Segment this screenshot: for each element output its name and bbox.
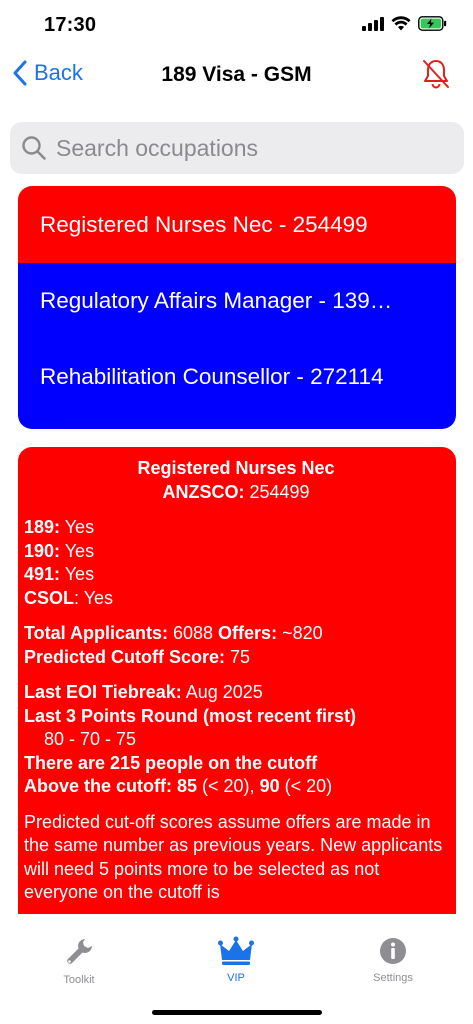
last-rounds-label: Last 3 Points Round (most recent first): [24, 705, 448, 729]
tiebreak-row: Last EOI Tiebreak: Aug 2025: [24, 681, 448, 705]
tab-settings[interactable]: Settings: [338, 936, 448, 984]
detail-anzsco: ANZSCO: 254499: [24, 481, 448, 505]
visa-value: : Yes: [74, 587, 114, 608]
cellular-signal-icon: [362, 16, 384, 36]
above-85-score: 85: [172, 776, 198, 796]
occupation-item-registered-nurses[interactable]: Registered Nurses Nec - 254499: [18, 186, 456, 263]
notifications-off-button[interactable]: [421, 58, 451, 95]
tab-toolkit[interactable]: Toolkit: [24, 936, 134, 986]
visa-190-row: 190: Yes: [24, 540, 448, 564]
tab-label: VIP: [227, 972, 245, 984]
total-applicants-value: 6088: [168, 623, 219, 643]
occupation-list: Registered Nurses Nec - 254499 Regulator…: [18, 186, 456, 429]
home-indicator: [152, 1010, 322, 1015]
status-time: 17:30: [44, 14, 97, 36]
occupation-item-label: Regulatory Affairs Manager - 139…: [40, 288, 393, 313]
people-on-cutoff: There are 215 people on the cutoff: [24, 752, 448, 776]
visa-label: 189:: [24, 517, 61, 537]
last-rounds-value: 80 - 70 - 75: [44, 729, 137, 749]
above-cutoff-label: Above the cutoff:: [24, 776, 172, 796]
status-bar: 17:30: [0, 0, 473, 50]
offers-value: ~820: [277, 623, 323, 643]
tiebreak-value: Aug 2025: [181, 682, 263, 702]
predicted-cutoff-label: Predicted Cutoff Score:: [24, 646, 226, 667]
visa-label: CSOL: [24, 587, 75, 608]
navigation-bar: Back 189 Visa - GSM: [0, 50, 473, 102]
csol-row: CSOL: Yes: [24, 587, 448, 611]
above-85-count: (< 20),: [197, 776, 260, 796]
visa-189-row: 189: Yes: [24, 516, 448, 540]
total-applicants-label: Total Applicants:: [24, 623, 168, 643]
wifi-icon: [391, 16, 411, 36]
anzsco-value: 254499: [244, 481, 310, 502]
predicted-cutoff-row: Predicted Cutoff Score: 75: [24, 646, 448, 670]
tab-label: Settings: [373, 972, 413, 984]
search-input[interactable]: [56, 134, 436, 162]
visa-491-row: 491: Yes: [24, 563, 448, 587]
above-cutoff-row: Above the cutoff: 85 (< 20), 90 (< 20): [24, 775, 448, 799]
tab-vip[interactable]: VIP: [181, 936, 291, 984]
occupation-item-label: Registered Nurses Nec - 254499: [40, 211, 368, 237]
last-rounds-heading: Last 3 Points Round (most recent first): [24, 705, 357, 726]
page-title: 189 Visa - GSM: [161, 63, 312, 86]
search-bar: [10, 122, 464, 174]
visa-label: 491:: [24, 564, 61, 584]
applicants-row: Total Applicants: 6088 Offers: ~820: [24, 622, 448, 646]
visa-label: 190:: [24, 540, 61, 561]
above-90-count: (< 20): [279, 776, 333, 796]
occupation-item-regulatory-affairs-manager[interactable]: Regulatory Affairs Manager - 139…: [18, 263, 456, 339]
detail-occupation-name: Registered Nurses Nec: [137, 458, 335, 478]
predicted-cutoff-value: 75: [225, 646, 251, 667]
visa-value: Yes: [60, 517, 95, 537]
above-90-score: 90: [259, 776, 280, 796]
visa-value: Yes: [60, 564, 95, 584]
crown-icon: [181, 936, 291, 966]
occupation-item-label: Rehabilitation Counsellor - 272114: [40, 364, 384, 389]
bell-slash-icon: [421, 60, 451, 94]
offers-label: Offers:: [218, 623, 278, 643]
tab-bar: Toolkit VIP Settings: [0, 924, 473, 1024]
anzsco-label: ANZSCO:: [162, 481, 245, 502]
battery-charging-icon: [418, 16, 447, 36]
visa-value: Yes: [60, 540, 95, 561]
tiebreak-label: Last EOI Tiebreak:: [24, 682, 182, 702]
people-on-cutoff-text: There are 215 people on the cutoff: [24, 752, 318, 773]
status-icons: [362, 16, 447, 36]
tab-label: Toolkit: [63, 974, 95, 986]
search-icon: [20, 134, 48, 162]
info-icon: [338, 936, 448, 966]
occupation-detail-card: Registered Nurses Nec ANZSCO: 254499 189…: [18, 447, 456, 914]
wrench-icon: [24, 936, 134, 968]
cutoff-note: Predicted cut-off scores assume offers a…: [24, 811, 443, 903]
occupation-item-rehabilitation-counsellor[interactable]: Rehabilitation Counsellor - 272114: [18, 339, 456, 429]
